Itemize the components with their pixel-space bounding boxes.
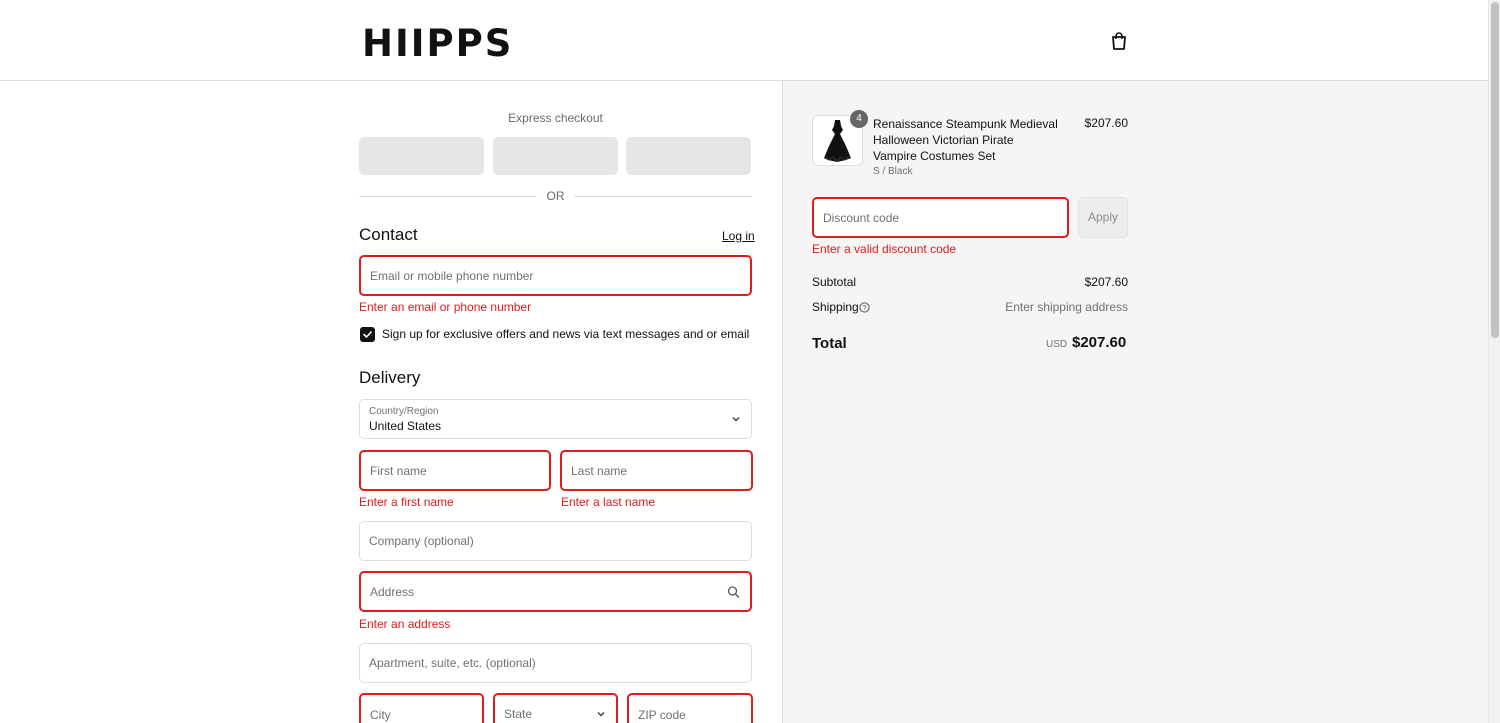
or-divider: OR	[359, 189, 752, 203]
store-logo[interactable]: HIIPPS	[362, 18, 513, 62]
zip-placeholder: ZIP code	[638, 708, 686, 722]
help-icon[interactable]: ?	[859, 302, 870, 313]
address-placeholder: Address	[370, 584, 415, 599]
subtotal-value: $207.60	[1084, 275, 1128, 289]
chevron-down-icon	[597, 712, 605, 717]
marketing-checkbox-label: Sign up for exclusive offers and news vi…	[382, 327, 750, 341]
city-field[interactable]: City	[359, 693, 484, 723]
order-summary-panel	[782, 81, 1488, 723]
zip-field[interactable]: ZIP code	[627, 693, 753, 723]
company-field[interactable]: Company (optional)	[359, 521, 752, 561]
discount-placeholder: Discount code	[823, 210, 900, 225]
discount-error: Enter a valid discount code	[812, 242, 957, 256]
svg-text:?: ?	[862, 303, 866, 312]
express-pay-button-1[interactable]	[359, 137, 484, 175]
checkmark-icon	[363, 331, 372, 338]
search-icon[interactable]	[727, 585, 740, 598]
login-link[interactable]: Log in	[722, 229, 755, 243]
marketing-checkbox[interactable]	[360, 327, 375, 342]
company-placeholder: Company (optional)	[369, 534, 474, 548]
state-select[interactable]: State	[493, 693, 618, 723]
last-name-field[interactable]: Last name	[560, 450, 753, 491]
product-title: Renaissance Steampunk Medieval Halloween…	[873, 117, 1058, 163]
page-scrollbar[interactable]	[1488, 0, 1500, 723]
apartment-placeholder: Apartment, suite, etc. (optional)	[369, 656, 536, 670]
email-field[interactable]: Email or mobile phone number	[359, 255, 752, 296]
apply-discount-button[interactable]: Apply	[1078, 197, 1128, 238]
or-text: OR	[546, 189, 565, 203]
city-placeholder: City	[370, 708, 391, 722]
country-select[interactable]: Country/Region United States	[359, 399, 752, 439]
shipping-label: Shipping	[812, 300, 859, 314]
quantity-badge: 4	[850, 110, 868, 128]
site-header: HIIPPS	[0, 0, 1488, 81]
apartment-field[interactable]: Apartment, suite, etc. (optional)	[359, 643, 752, 683]
divider-line-left	[359, 196, 537, 197]
first-name-field[interactable]: First name	[359, 450, 551, 491]
chevron-down-icon	[732, 417, 740, 422]
country-label: Country/Region	[369, 406, 439, 417]
subtotal-label: Subtotal	[812, 275, 857, 289]
shopping-bag-icon[interactable]	[1108, 30, 1130, 52]
logo-text: HIIPPS	[362, 22, 514, 65]
product-variant: S / Black	[873, 166, 913, 177]
first-name-placeholder: First name	[370, 463, 427, 478]
state-placeholder: State	[504, 707, 533, 721]
scrollbar-thumb[interactable]	[1491, 2, 1499, 338]
express-checkout-title: Express checkout	[508, 111, 603, 125]
email-error: Enter an email or phone number	[359, 300, 532, 314]
express-pay-button-3[interactable]	[626, 137, 751, 175]
express-pay-button-2[interactable]	[493, 137, 618, 175]
last-name-placeholder: Last name	[571, 463, 628, 478]
delivery-title: Delivery	[359, 368, 421, 387]
product-price: $207.60	[1084, 116, 1128, 130]
country-value: United States	[369, 419, 442, 433]
contact-title: Contact	[359, 225, 418, 244]
address-error: Enter an address	[359, 617, 451, 631]
address-field[interactable]: Address	[359, 571, 752, 612]
total-value: $207.60	[1072, 334, 1127, 351]
last-name-error: Enter a last name	[561, 495, 656, 509]
first-name-error: Enter a first name	[359, 495, 454, 509]
total-currency: USD	[1046, 339, 1068, 350]
discount-code-field[interactable]: Discount code	[812, 197, 1069, 238]
shipping-value: Enter shipping address	[1005, 300, 1128, 314]
divider-line-right	[574, 196, 752, 197]
email-placeholder: Email or mobile phone number	[370, 268, 534, 283]
total-label: Total	[812, 335, 847, 352]
